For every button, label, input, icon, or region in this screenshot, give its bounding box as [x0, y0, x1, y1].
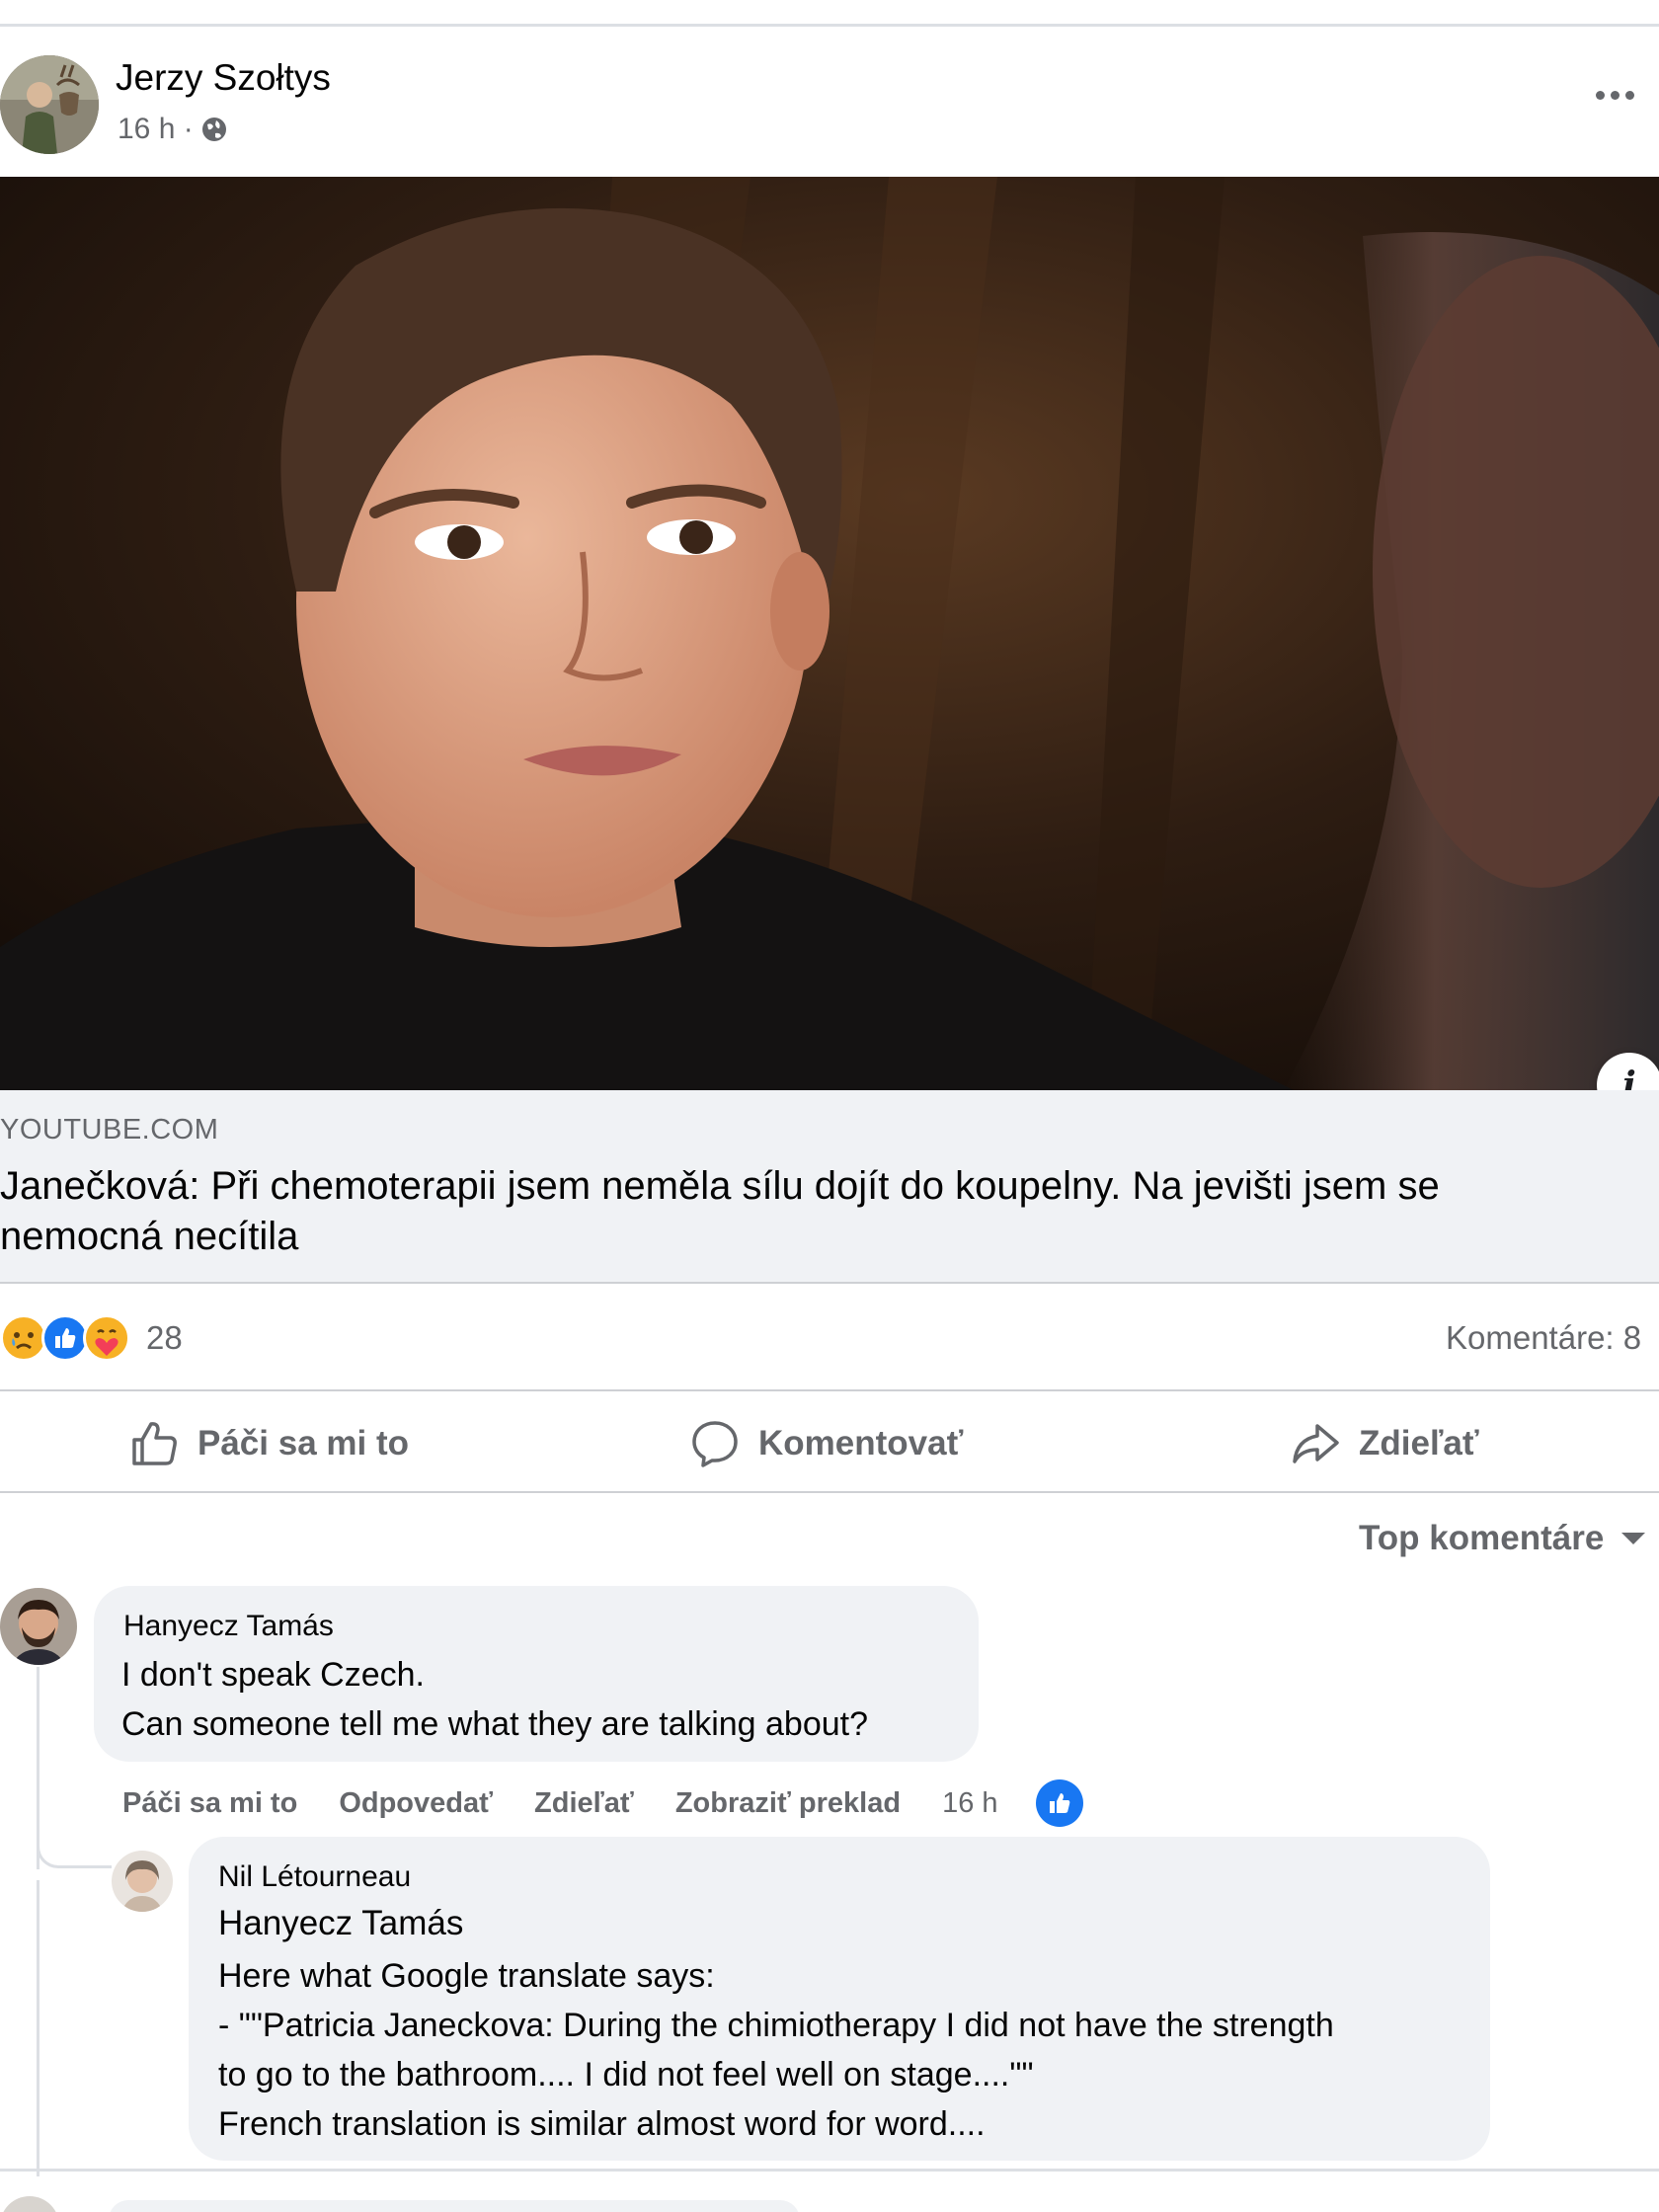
- chevron-down-icon: [1621, 1533, 1646, 1544]
- sad-reaction-icon: [0, 1314, 47, 1362]
- comment-like-link[interactable]: Páči sa mi to: [122, 1787, 297, 1820]
- like-button[interactable]: Páči sa mi to: [128, 1414, 409, 1473]
- comment-translate-link[interactable]: Zobraziť preklad: [675, 1787, 901, 1820]
- like-icon: [132, 1422, 177, 1465]
- reply-author[interactable]: Nil Létourneau: [218, 1860, 411, 1894]
- comment-line: Can someone tell me what they are talkin…: [121, 1705, 869, 1743]
- commenter-avatar[interactable]: [0, 1588, 77, 1665]
- comment-line: I don't speak Czech.: [121, 1656, 425, 1694]
- reactions-summary[interactable]: 28: [0, 1312, 183, 1364]
- more-dots-icon: [1596, 91, 1605, 100]
- more-dot: [1625, 91, 1634, 100]
- thread-line: [37, 1667, 40, 1869]
- top-divider: [0, 24, 1659, 27]
- next-commenter-avatar[interactable]: [0, 2196, 59, 2212]
- comment-reply-link[interactable]: Odpovedať: [339, 1787, 493, 1820]
- comment-icon: [692, 1421, 738, 1467]
- post-author-name[interactable]: Jerzy Szołtys: [116, 57, 331, 99]
- like-badge-icon[interactable]: [1035, 1779, 1083, 1827]
- reply-mention[interactable]: Hanyecz Tamás: [218, 1904, 463, 1943]
- more-options-button[interactable]: [1596, 87, 1645, 117]
- comment-time[interactable]: 16 h: [942, 1787, 997, 1820]
- link-domain: YOUTUBE.COM: [0, 1114, 219, 1146]
- reply-line: to go to the bathroom.... I did not feel…: [218, 2056, 1034, 2094]
- reply-bubble[interactable]: Nil Létourneau Hanyecz Tamás Here what G…: [189, 1837, 1490, 2161]
- reply-line: Here what Google translate says:: [218, 1957, 715, 1995]
- comment-bubble[interactable]: Hanyecz Tamás I don't speak Czech. Can s…: [94, 1586, 979, 1762]
- reply-line: - ""Patricia Janeckova: During the chimi…: [218, 2007, 1334, 2044]
- share-label: Zdieľať: [1359, 1424, 1479, 1462]
- divider: [0, 1491, 1659, 1493]
- reply-author-avatar[interactable]: [112, 1851, 173, 1912]
- comment-label: Komentovať: [758, 1424, 964, 1462]
- link-title-line-2: nemocná necítila: [0, 1215, 299, 1258]
- comment-button[interactable]: Komentovať: [689, 1414, 963, 1473]
- like-reaction-icon: [41, 1314, 89, 1362]
- post-time[interactable]: 16 h ·: [118, 113, 194, 146]
- share-button[interactable]: Zdieľať: [1290, 1414, 1479, 1473]
- more-dot: [1611, 91, 1620, 100]
- comment-actions: Páči sa mi to Odpovedať Zdieľať Zobraziť…: [122, 1779, 1083, 1827]
- thread-connector: [37, 1845, 112, 1868]
- author-avatar[interactable]: [0, 55, 99, 154]
- reply-line: French translation is similar almost wor…: [218, 2105, 986, 2143]
- comment-sort-dropdown[interactable]: Top komentáre: [1359, 1519, 1647, 1558]
- share-icon: [1293, 1424, 1339, 1463]
- reaction-count: 28: [146, 1319, 183, 1356]
- next-comment-bubble[interactable]: [109, 2200, 800, 2212]
- link-title[interactable]: Janečková: Při chemoterapii jsem neměla …: [0, 1161, 1659, 1262]
- comment-author[interactable]: Hanyecz Tamás: [123, 1610, 334, 1643]
- comment-share-link[interactable]: Zdieľať: [534, 1787, 634, 1820]
- comment-text: I don't speak Czech. Can someone tell me…: [121, 1650, 868, 1749]
- reply-text: Here what Google translate says: - ""Pat…: [218, 1951, 1334, 2149]
- post-meta: 16 h ·: [118, 113, 229, 146]
- comments-count[interactable]: Komentáre: 8: [1446, 1319, 1641, 1357]
- link-preview-image[interactable]: [0, 177, 1659, 1090]
- link-title-line-1: Janečková: Při chemoterapii jsem neměla …: [0, 1164, 1440, 1208]
- thread-line: [37, 1880, 40, 2176]
- globe-icon: [201, 118, 226, 141]
- care-reaction-icon: [83, 1314, 130, 1362]
- bottom-divider: [0, 2169, 1659, 2172]
- sort-label: Top komentáre: [1359, 1519, 1605, 1557]
- like-label: Páči sa mi to: [198, 1424, 409, 1462]
- divider: [0, 1389, 1659, 1391]
